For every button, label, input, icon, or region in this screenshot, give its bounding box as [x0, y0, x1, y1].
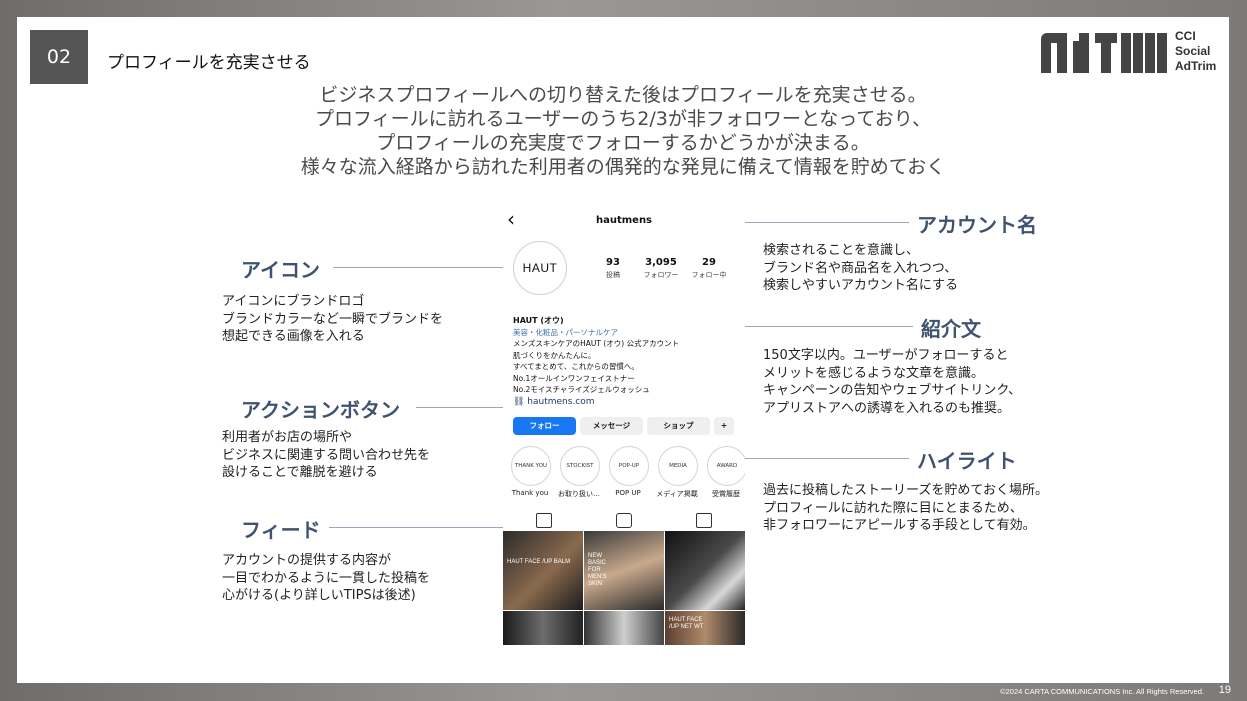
callout-action-desc: 利用者がお店の場所や ビジネスに関連する問い合わせ先を 設けることで離脱を避ける: [222, 430, 431, 480]
callout-icon-line: [333, 267, 513, 268]
feed-post[interactable]: [503, 611, 583, 645]
link-icon: ⛓: [513, 397, 528, 407]
section-number: 02: [30, 30, 88, 84]
instagram-profile-mock: ‹ hautmens HAUT 93 投稿 3,095 フォロワー 29 フォロー中 …: [503, 207, 745, 645]
highlight-label: 受賞履歴: [712, 490, 740, 498]
feed-post[interactable]: HAUT FACE /UP BALM: [503, 531, 583, 610]
callout-account-desc: 検索されることを意識し、 ブランド名や商品名を入れつつ、 検索しやすいアカウント名に…: [763, 243, 959, 293]
section-title: プロフィールを充実させる: [107, 53, 311, 73]
stat-posts[interactable]: 93 投稿: [589, 257, 637, 280]
feed-post[interactable]: [584, 611, 664, 645]
callout-bio-title: 紹介文: [921, 317, 981, 341]
highlight-stockist[interactable]: STOCKIST: [560, 446, 600, 486]
stat-following[interactable]: 29 フォロー中: [685, 257, 733, 280]
add-person-button[interactable]: +: [714, 417, 734, 435]
callout-action-line: [416, 407, 512, 408]
profile-website-link[interactable]: ⛓ hautmens.com: [513, 397, 595, 407]
highlight-thank-you[interactable]: THANK YOU: [511, 446, 551, 486]
highlight-pop-up[interactable]: POP-UP: [609, 446, 649, 486]
callout-action-title: アクションボタン: [241, 398, 400, 422]
logo-mark-icon: [1041, 29, 1167, 75]
highlight-award[interactable]: AWARD: [707, 446, 745, 486]
follow-button[interactable]: フォロー: [513, 417, 576, 435]
callout-account-title: アカウント名: [917, 213, 1037, 237]
profile-username: hautmens: [595, 215, 653, 226]
highlight-label: Thank you: [511, 489, 549, 497]
tagged-tab-icon[interactable]: [696, 513, 712, 528]
highlight-label: POP UP: [615, 489, 641, 497]
callout-feed-desc: アカウントの提供する内容が 一目でわかるように一貫した投稿を 心がける(より詳しいT…: [222, 553, 431, 603]
message-button[interactable]: メッセージ: [580, 417, 643, 435]
stat-followers[interactable]: 3,095 フォロワー: [637, 257, 685, 280]
page-number: 19: [1218, 684, 1231, 696]
profile-avatar[interactable]: HAUT: [513, 241, 567, 295]
logo-text: CCI Social AdTrim: [1175, 29, 1217, 73]
reels-tab-icon[interactable]: [616, 513, 632, 528]
callout-highlight-desc: 過去に投稿したストーリーズを貯めておく場所。 プロフィールに訪れた際に目にとまるた…: [763, 483, 1048, 533]
callout-highlight-line: [743, 458, 909, 459]
callout-feed-title: フィード: [241, 518, 321, 542]
cci-social-adtrim-logo: CCI Social AdTrim: [1041, 29, 1221, 81]
shop-button[interactable]: ショップ: [647, 417, 710, 435]
callout-bio-desc: 150文字以内。ユーザーがフォローすると メリットを感じるような文章を意識。 キャン…: [763, 348, 1022, 416]
callout-highlight-title: ハイライト: [917, 449, 1017, 473]
copyright: ©2024 CARTA COMMUNICATIONS Inc. All Righ…: [1000, 687, 1204, 696]
callout-feed-line: [329, 527, 509, 528]
profile-bio: HAUT (オウ) 美容・化粧品・パーソナルケア メンズスキンケアのHAUT (…: [513, 316, 680, 394]
highlight-label: お取り扱い…: [558, 490, 600, 498]
slide: 02 プロフィールを充実させる CCI Social AdTrim ビジネスプロ…: [17, 17, 1229, 683]
feed-post[interactable]: HAUT FACE /UP NET WT: [665, 611, 745, 645]
feed-post[interactable]: NEW BASIC FOR MEN'S SKIN: [584, 531, 664, 610]
grid-tab-icon[interactable]: [536, 513, 552, 528]
callout-icon-desc: アイコンにブランドロゴ ブランドカラーなど一瞬でブランドを 想起できる画像を入れる: [222, 294, 444, 344]
callout-icon-title: アイコン: [241, 258, 320, 282]
feed-post[interactable]: [665, 531, 745, 610]
highlight-label: メディア掲載: [656, 490, 698, 498]
lead-text: ビジネスプロフィールへの切り替えた後はプロフィールを充実させる。 プロフィールに…: [300, 84, 946, 178]
highlight-media[interactable]: MEDIA: [658, 446, 698, 486]
